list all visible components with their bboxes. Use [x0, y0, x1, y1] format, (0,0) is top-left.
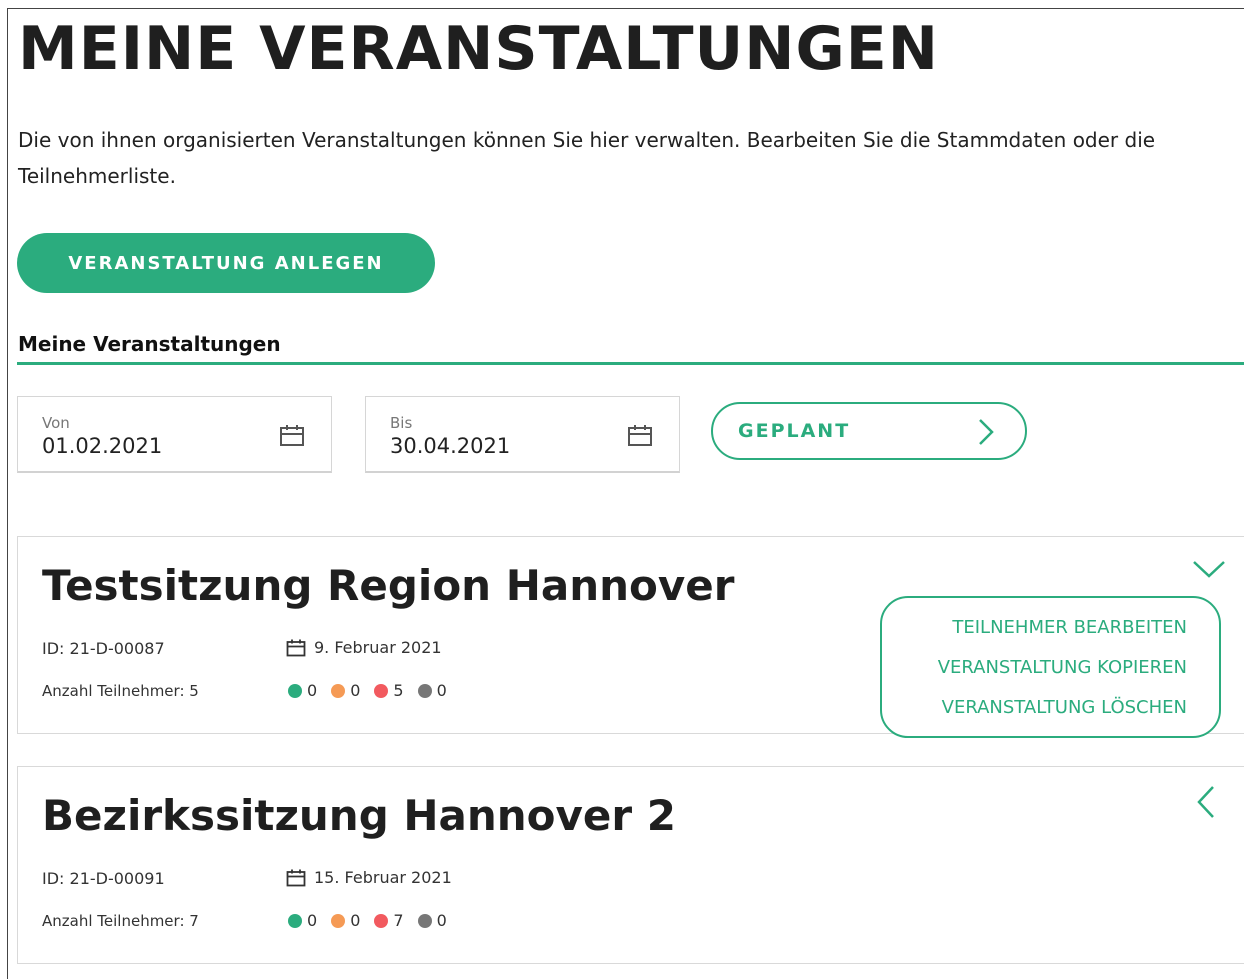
- date-from-label: Von: [42, 414, 70, 432]
- event-date-text: 15. Februar 2021: [314, 868, 452, 887]
- date-to-field[interactable]: Bis 30.04.2021: [365, 396, 680, 473]
- participant-status-stats: 0 0 5 0: [288, 681, 461, 700]
- date-to-label: Bis: [390, 414, 413, 432]
- section-divider: [17, 362, 1244, 365]
- page-title: MEINE VERANSTALTUNGEN: [18, 14, 939, 84]
- participant-count: Anzahl Teilnehmer: 7: [42, 912, 199, 930]
- create-event-button[interactable]: VERANSTALTUNG ANLEGEN: [17, 233, 435, 293]
- event-date: 9. Februar 2021: [286, 638, 442, 657]
- date-to-value[interactable]: 30.04.2021: [390, 434, 510, 458]
- status-dot-orange: [331, 683, 346, 698]
- status-dot-grey: [417, 683, 432, 698]
- status-dot-orange: [331, 913, 346, 928]
- calendar-icon: [286, 639, 306, 656]
- calendar-icon: [286, 869, 306, 886]
- event-title[interactable]: Testsitzung Region Hannover: [42, 561, 734, 610]
- chevron-left-icon[interactable]: [1196, 785, 1216, 823]
- status-dot-red: [374, 683, 389, 698]
- status-filter-button[interactable]: GEPLANT: [711, 402, 1027, 460]
- delete-event-action[interactable]: VERANSTALTUNG LÖSCHEN: [942, 697, 1187, 718]
- status-count-orange: 0: [350, 911, 361, 930]
- status-count-grey: 0: [436, 911, 447, 930]
- participant-count: Anzahl Teilnehmer: 5: [42, 682, 199, 700]
- edit-participants-action[interactable]: TEILNEHMER BEARBEITEN: [952, 617, 1187, 638]
- status-count-green: 0: [307, 681, 318, 700]
- status-count-green: 0: [307, 911, 318, 930]
- calendar-icon[interactable]: [279, 424, 305, 452]
- section-heading: Meine Veranstaltungen: [18, 332, 281, 356]
- copy-event-action[interactable]: VERANSTALTUNG KOPIEREN: [938, 657, 1187, 678]
- calendar-icon[interactable]: [627, 424, 653, 452]
- event-actions-menu: TEILNEHMER BEARBEITEN VERANSTALTUNG KOPI…: [880, 596, 1221, 738]
- event-id: ID: 21-D-00091: [42, 869, 165, 888]
- participant-status-stats: 0 0 7 0: [288, 911, 461, 930]
- event-id: ID: 21-D-00087: [42, 639, 165, 658]
- status-count-orange: 0: [350, 681, 361, 700]
- status-dot-green: [288, 913, 302, 928]
- date-from-field[interactable]: Von 01.02.2021: [17, 396, 332, 473]
- event-date: 15. Februar 2021: [286, 868, 452, 887]
- page-intro: Die von ihnen organisierten Veranstaltun…: [18, 128, 1156, 188]
- chevron-right-icon: [977, 418, 995, 450]
- status-filter-label: GEPLANT: [738, 420, 851, 442]
- status-dot-red: [374, 913, 389, 928]
- status-dot-green: [288, 683, 302, 698]
- event-date-text: 9. Februar 2021: [314, 638, 442, 657]
- event-card: Bezirkssitzung Hannover 2 ID: 21-D-00091…: [17, 766, 1244, 964]
- status-count-red: 7: [393, 911, 404, 930]
- event-title[interactable]: Bezirkssitzung Hannover 2: [42, 791, 676, 840]
- status-dot-grey: [417, 913, 432, 928]
- status-count-red: 5: [393, 681, 404, 700]
- date-from-value[interactable]: 01.02.2021: [42, 434, 162, 458]
- status-count-grey: 0: [436, 681, 447, 700]
- chevron-down-icon[interactable]: [1192, 559, 1226, 583]
